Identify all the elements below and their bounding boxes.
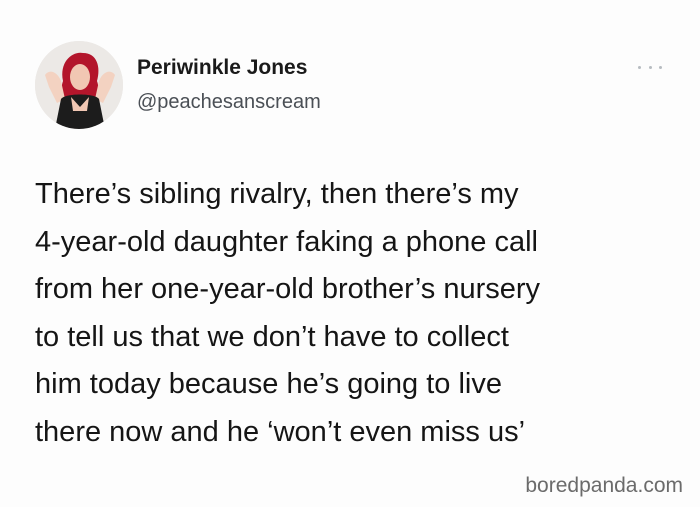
- tweet-line: 4-year-old daughter faking a phone call: [35, 225, 538, 258]
- tweet-line: to tell us that we don’t have to collect: [35, 320, 509, 353]
- avatar[interactable]: [35, 41, 123, 129]
- ellipsis-icon[interactable]: [638, 62, 662, 72]
- watermark: boredpanda.com: [525, 474, 683, 497]
- tweet-line: from her one-year-old brother’s nursery: [35, 273, 541, 305]
- profile-photo-icon: [35, 41, 123, 129]
- dot: [659, 65, 662, 69]
- tweet-line: There’s sibling rivalry, then there’s my: [35, 178, 519, 210]
- tweet-line: there now and he ‘won’t even miss us’: [35, 415, 526, 448]
- tweet-line: him today because he’s going to live: [35, 368, 502, 400]
- user-handle[interactable]: @peachesanscream: [137, 91, 321, 114]
- dot: [648, 65, 652, 69]
- tweet-text: There’s sibling rivalry, then there’s my…: [35, 171, 685, 456]
- dot: [638, 65, 641, 69]
- display-name[interactable]: Periwinkle Jones: [137, 56, 307, 80]
- tweet-card: Periwinkle Jones @peachesanscream There’…: [0, 0, 700, 507]
